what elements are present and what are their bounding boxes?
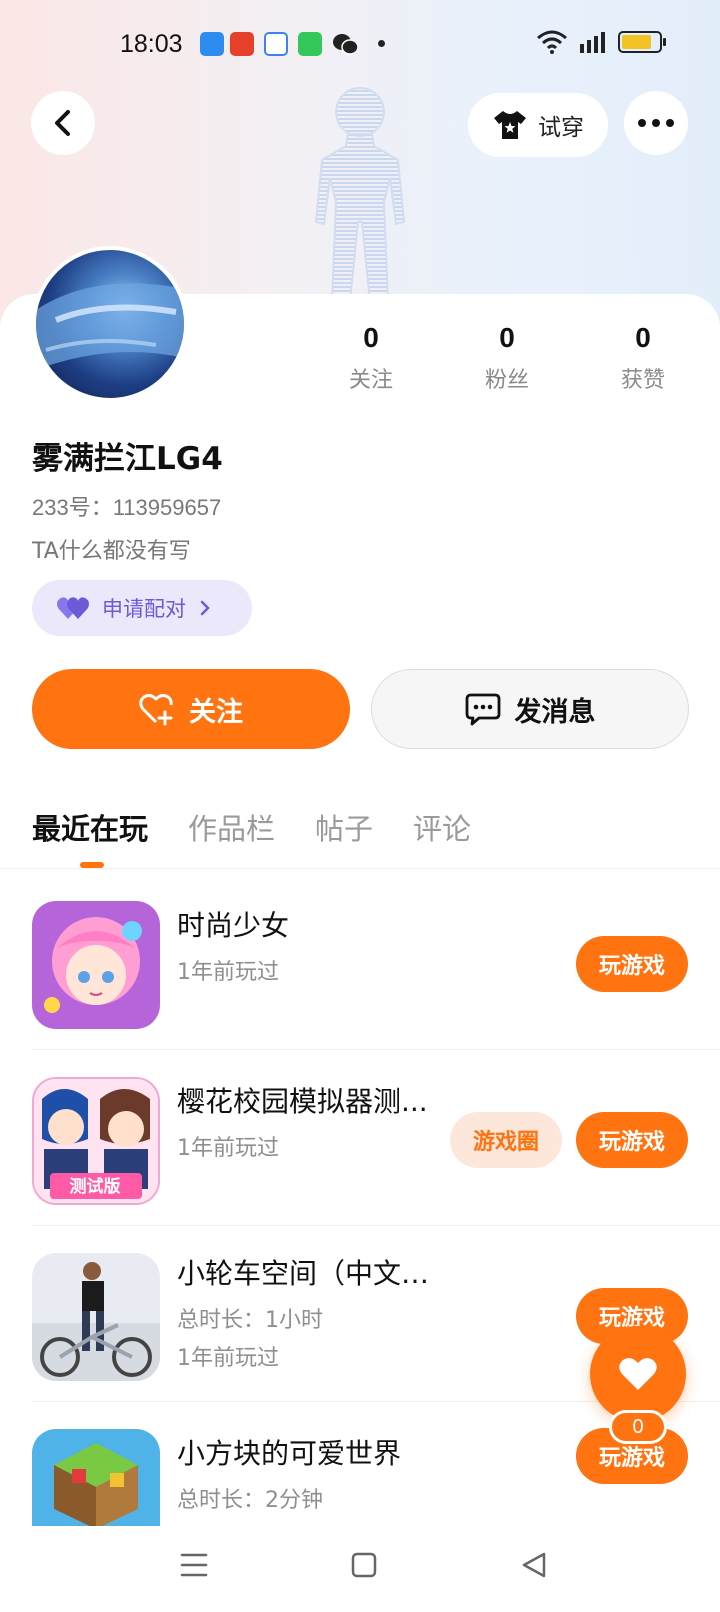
game-circle-button[interactable]: 游戏圈 — [450, 1112, 562, 1168]
game-total-time: 总时长：1小时 — [177, 1308, 323, 1333]
more-dots-icon — [638, 119, 674, 127]
game-list-item[interactable]: 测试版 樱花校园模拟器测... 1年前玩过 游戏圈 玩游戏 — [32, 1050, 720, 1226]
apply-pair-label: 申请配对 — [102, 597, 186, 621]
heart-icon — [619, 1358, 657, 1390]
wifi-icon — [537, 30, 567, 54]
apply-pair-button[interactable]: 申请配对 — [32, 580, 252, 636]
stat-following[interactable]: 0 关注 — [326, 322, 416, 394]
status-time: 18:03 — [120, 30, 183, 58]
status-bar: 18:03 — [0, 0, 720, 90]
game-icon-fashion-girl[interactable] — [32, 901, 160, 1029]
game-list-item[interactable]: 时尚少女 1年前玩过 玩游戏 — [32, 874, 720, 1050]
game-title: 樱花校园模拟器测... — [177, 1085, 428, 1118]
tshirt-icon — [494, 111, 526, 139]
game-last-played: 1年前玩过 — [177, 1346, 279, 1371]
game-icon-cube-world[interactable] — [32, 1429, 160, 1529]
profile-avatar[interactable] — [32, 246, 188, 402]
tingshu-icon — [230, 32, 254, 56]
stat-fans-label: 粉丝 — [484, 368, 529, 393]
stat-following-count: 0 — [363, 322, 379, 353]
stat-fans-count: 0 — [499, 322, 515, 353]
game-total-time: 总时长：2分钟 — [177, 1488, 323, 1513]
stat-likes-count: 0 — [635, 322, 651, 353]
dingtalk-icon — [200, 32, 224, 56]
chevron-left-icon — [55, 110, 70, 136]
game-title: 小方块的可爱世界 — [177, 1437, 402, 1470]
back-button[interactable] — [31, 91, 95, 155]
signal-icon — [580, 32, 605, 53]
play-game-button[interactable]: 玩游戏 — [576, 1112, 688, 1168]
stat-fans[interactable]: 0 粉丝 — [462, 322, 552, 394]
user-bio: TA什么都没有写 — [32, 539, 191, 564]
game-last-played: 1年前玩过 — [177, 1136, 279, 1161]
game-title: 时尚少女 — [177, 909, 290, 942]
game-last-played: 1年前玩过 — [177, 960, 279, 985]
stat-likes-label: 获赞 — [620, 368, 665, 393]
tab-posts[interactable]: 帖子 — [315, 806, 373, 848]
game-title: 小轮车空间（中文版） — [177, 1257, 437, 1290]
username: 雾满拦江LG4 — [32, 441, 223, 477]
double-heart-icon — [57, 597, 89, 619]
system-navigation-bar — [0, 1526, 720, 1612]
tabs-divider — [0, 868, 720, 869]
more-notifications-dot — [378, 40, 385, 47]
follow-label: 关注 — [189, 696, 243, 728]
chat-bubble-icon — [465, 693, 500, 726]
stat-following-label: 关注 — [348, 368, 393, 393]
tab-comments[interactable]: 评论 — [413, 806, 471, 848]
menu-icon[interactable] — [180, 1552, 208, 1578]
game-icon-bmx-space[interactable] — [32, 1253, 160, 1381]
calendar-icon — [264, 32, 288, 56]
play-game-button[interactable]: 玩游戏 — [576, 936, 688, 992]
more-options-button[interactable] — [624, 91, 688, 155]
like-fab-button[interactable] — [590, 1326, 686, 1422]
game-icon-sakura-school[interactable]: 测试版 — [32, 1077, 160, 1205]
battery-icon — [618, 31, 666, 53]
send-message-label: 发消息 — [514, 696, 596, 728]
heart-plus-icon — [139, 693, 173, 726]
profile-tabs: 最近在玩 作品栏 帖子 评论 — [32, 806, 471, 848]
chevron-right-icon — [200, 600, 210, 616]
like-count-badge: 0 — [609, 1410, 667, 1444]
try-on-button[interactable]: 试穿 — [468, 93, 608, 157]
tab-works[interactable]: 作品栏 — [188, 806, 275, 848]
wechat-mini-icon — [298, 32, 322, 56]
stat-likes[interactable]: 0 获赞 — [598, 322, 688, 394]
test-version-badge: 测试版 — [69, 1177, 121, 1197]
home-icon[interactable] — [351, 1552, 377, 1578]
avatar-3d-figure — [314, 87, 406, 302]
try-on-label: 试穿 — [538, 115, 584, 141]
wechat-icon — [333, 34, 358, 55]
tab-recently-played[interactable]: 最近在玩 — [32, 806, 148, 848]
send-message-button[interactable]: 发消息 — [371, 669, 689, 749]
follow-button[interactable]: 关注 — [32, 669, 350, 749]
user-id: 233号：113959657 — [32, 495, 222, 520]
back-nav-icon[interactable] — [521, 1551, 547, 1579]
